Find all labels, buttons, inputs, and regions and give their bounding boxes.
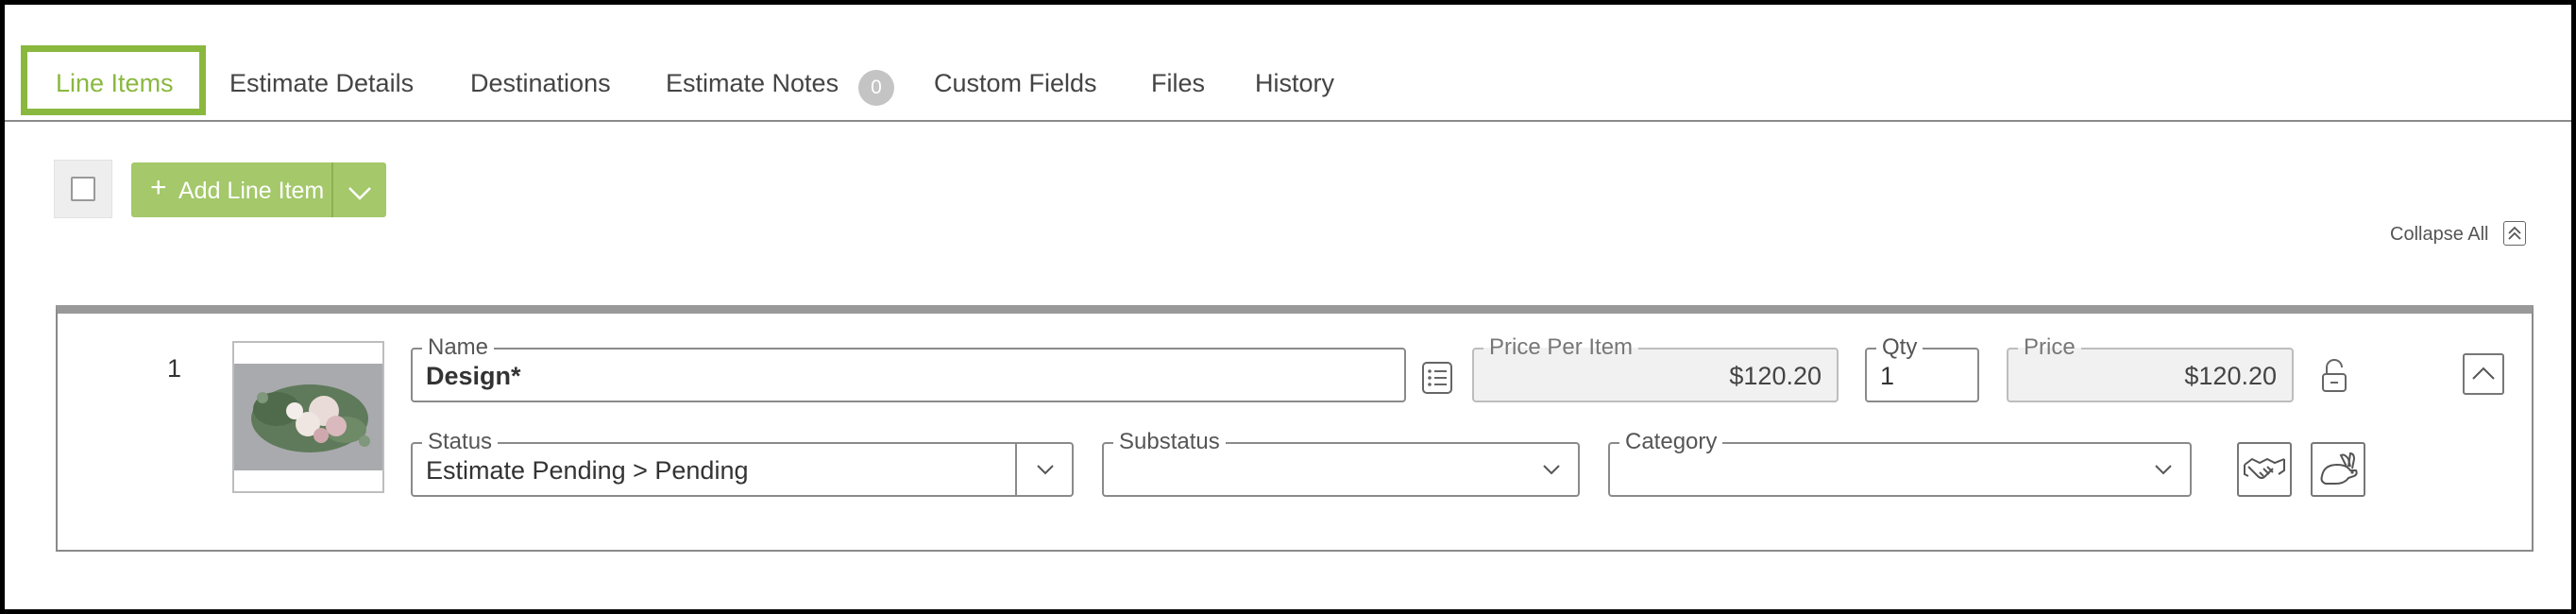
plus-icon: + — [150, 172, 167, 203]
add-line-item-split-button: + Add Line Item — [131, 162, 386, 217]
price-per-item-value: $120.20 — [1729, 362, 1822, 390]
tab-estimate-notes[interactable]: Estimate Notes — [666, 69, 839, 98]
chevron-down-icon — [1543, 465, 1560, 475]
tab-custom-fields[interactable]: Custom Fields — [934, 69, 1097, 98]
tab-history[interactable]: History — [1255, 69, 1334, 98]
status-value: Estimate Pending > Pending — [426, 456, 749, 485]
name-field[interactable]: Name Design* — [411, 335, 1406, 402]
tab-bar: Line Items Estimate Details Destinations… — [5, 5, 2571, 122]
tab-estimate-details[interactable]: Estimate Details — [229, 69, 414, 98]
category-label: Category — [1619, 430, 1723, 454]
qty-label: Qty — [1876, 335, 1924, 360]
price-field: Price $120.20 — [2007, 335, 2294, 402]
handshake-icon — [2244, 457, 2285, 479]
line-item-number: 1 — [167, 354, 182, 383]
double-chevron-up-icon[interactable] — [2503, 221, 2526, 246]
add-line-item-label: Add Line Item — [178, 178, 325, 204]
price-per-item-label: Price Per Item — [1483, 335, 1639, 360]
collapse-item-button[interactable] — [2463, 353, 2504, 395]
tab-line-items[interactable]: Line Items — [56, 69, 174, 98]
status-label: Status — [422, 430, 499, 454]
list-icon[interactable] — [1421, 361, 1453, 395]
tab-files[interactable]: Files — [1151, 69, 1205, 98]
rabbit-icon — [2320, 452, 2358, 485]
name-value: Design* — [426, 362, 521, 390]
chevron-down-icon — [2155, 465, 2172, 475]
chevron-down-icon — [1037, 465, 1054, 475]
add-line-item-dropdown-button[interactable] — [333, 162, 386, 217]
price-per-item-field: Price Per Item $120.20 — [1472, 335, 1839, 402]
price-value: $120.20 — [2184, 362, 2277, 390]
line-item-image[interactable] — [232, 341, 384, 493]
qty-field[interactable]: Qty 1 — [1865, 335, 1979, 402]
price-label: Price — [2018, 335, 2081, 360]
notes-count-badge: 0 — [858, 70, 894, 106]
select-all-checkbox-wrap — [54, 160, 112, 218]
handshake-button[interactable] — [2237, 442, 2292, 497]
name-label: Name — [422, 335, 495, 360]
add-line-item-button[interactable]: + Add Line Item — [131, 162, 331, 217]
substatus-label: Substatus — [1113, 430, 1226, 454]
category-select[interactable]: Category — [1608, 430, 2192, 497]
qty-value: 1 — [1880, 362, 1895, 390]
chevron-up-icon — [2472, 367, 2495, 380]
substatus-select[interactable]: Substatus — [1102, 430, 1580, 497]
tab-destinations[interactable]: Destinations — [470, 69, 611, 98]
select-all-checkbox[interactable] — [71, 177, 95, 201]
collapse-all-link[interactable]: Collapse All — [2390, 224, 2489, 246]
rabbit-button[interactable] — [2311, 442, 2365, 497]
unlock-icon[interactable] — [2320, 358, 2348, 394]
floral-arrangement-image — [234, 364, 382, 470]
status-select[interactable]: Status Estimate Pending > Pending — [411, 430, 1074, 497]
chevron-down-icon — [348, 187, 371, 200]
